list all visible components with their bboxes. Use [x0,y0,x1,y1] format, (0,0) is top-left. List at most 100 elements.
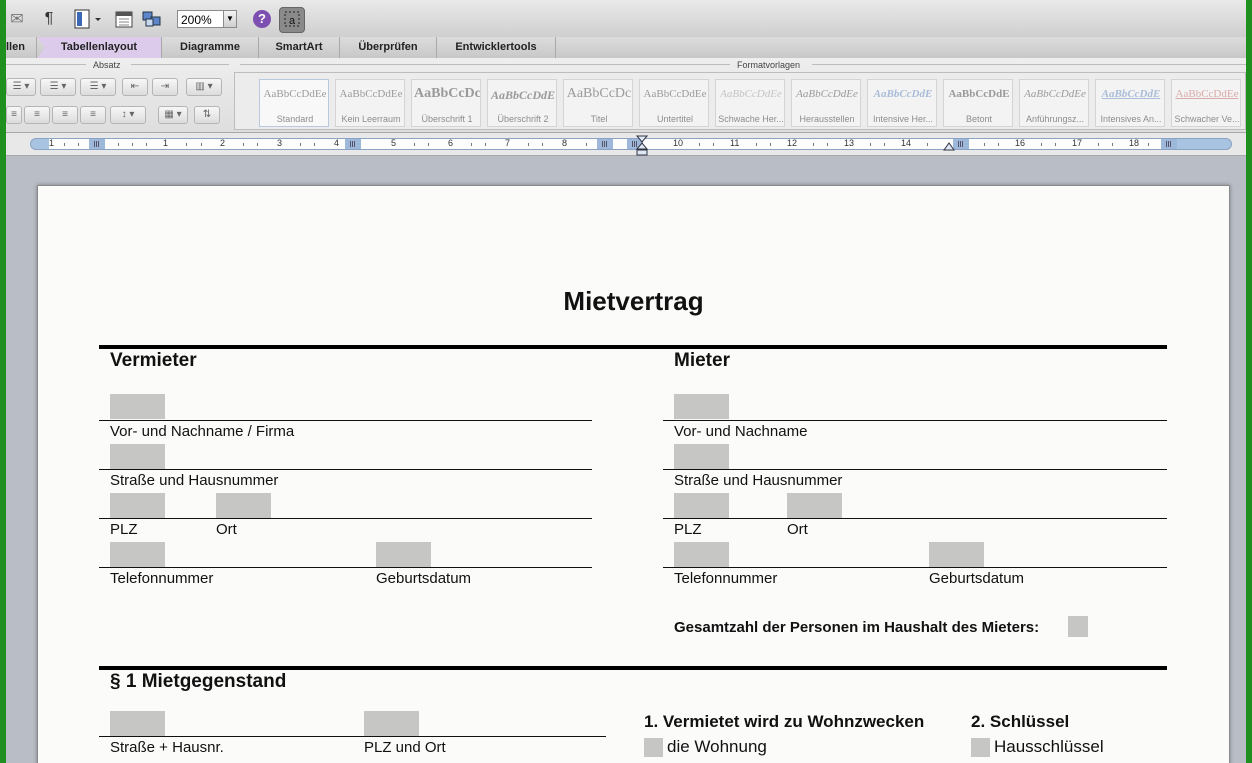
ruler-tick [542,143,543,146]
style-tile[interactable]: AaBbCcDdEe Anführungsz... [1019,79,1089,127]
align-left-button[interactable]: ≡ [6,106,22,124]
column-marker[interactable] [345,139,361,149]
toolbox-button[interactable]: a [279,7,305,33]
vermieter-street-field[interactable] [110,444,165,469]
style-tile[interactable]: AaBbCcDdE Überschrift 2 [487,79,557,127]
ruler-number: 13 [844,138,855,148]
object-plz-ort-field[interactable] [364,711,419,736]
view-layout-button[interactable] [72,8,104,30]
mieter-heading: Mieter [674,350,730,371]
column-marker[interactable] [597,139,613,149]
mieter-street-field[interactable] [674,444,729,469]
style-tile[interactable]: AaBbCcDdE Betont [943,79,1013,127]
line-spacing-button[interactable]: ↕ ▾ [110,106,146,124]
ruler-number: 4 [334,138,340,148]
ruler-tick [827,143,828,146]
ruler-tick [300,143,301,146]
mieter-ort-field[interactable] [787,493,842,518]
vermieter-plz-field[interactable] [110,493,165,518]
document-page[interactable]: Mietvertrag Vermieter Vor- und Nachname … [37,185,1230,763]
vermieter-birth-field[interactable] [376,542,431,567]
style-label: Kein Leerraum [341,114,401,124]
mieter-birth-field[interactable] [929,542,984,567]
mieter-plz-field[interactable] [674,493,729,518]
multilevel-list-button[interactable]: ☰ ▾ [80,78,116,96]
columns-button[interactable]: ▥ ▾ [186,78,222,96]
style-tile[interactable]: AaBbCcDc Überschrift 1 [411,79,481,127]
style-tile[interactable]: AaBbCcDdEe Herausstellen [791,79,861,127]
style-tile[interactable]: AaBbCcDdEe Kein Leerraum [335,79,405,127]
ruler-number: 1 [163,138,169,148]
column-marker[interactable] [89,139,105,149]
horizontal-ruler[interactable]: 1 1 2 3 4 5 6 7 8 10 11 12 13 14 16 17 1… [30,138,1232,150]
mieter-plz-label: PLZ [674,521,702,538]
svg-text:a: a [289,15,296,27]
align-right-button[interactable]: ≡ [52,106,78,124]
style-tile[interactable]: AaBbCcDdEe Standard [259,79,329,127]
wohnung-checkbox[interactable] [644,738,663,757]
mieter-birth-label: Geburtsdatum [929,570,1025,587]
ruler-tick [132,143,133,146]
borders-button[interactable]: ▦ ▾ [158,106,188,124]
tab-label: Tabellenlayout [60,41,138,53]
style-tile[interactable]: AaBbCcDdEe Schwacher Ve... [1171,79,1241,127]
tab-label: SmartArt [275,41,323,53]
mieter-name-field[interactable] [674,394,729,419]
paragraph-marks-button[interactable]: ¶ [39,8,59,30]
tab-label: Diagramme [180,41,240,53]
mieter-phone-field[interactable] [674,542,729,567]
style-tile[interactable]: AaBbCcDdEe Untertitel [639,79,709,127]
object-street-field[interactable] [110,711,165,736]
vermieter-name-field[interactable] [110,394,165,419]
object-plz-ort-label: PLZ und Ort [364,739,446,756]
ruler-number: 14 [901,138,912,148]
style-sample: AaBbCcDdE [490,88,555,102]
numbering-button[interactable]: ☰ ▾ [40,78,76,96]
style-tile[interactable]: AaBbCcDdE Intensives An... [1095,79,1165,127]
vermieter-phone-field[interactable] [110,542,165,567]
column-marker[interactable] [953,139,969,149]
style-tile[interactable]: AaBbCcDdEe Schwache Her... [715,79,785,127]
tab-ueberpruefen[interactable]: Überprüfen [340,37,437,58]
group-divider [131,64,229,65]
style-tile[interactable]: AaBbCcDdE Intensive Her... [867,79,937,127]
decrease-indent-button[interactable]: ⇤ [122,78,148,96]
chevron-down-icon[interactable]: ▼ [223,10,237,28]
tab-diagramme[interactable]: Diagramme [162,37,259,58]
hanging-indent-marker-icon[interactable] [943,141,955,151]
tab-label: llen [6,41,25,53]
align-center-button[interactable]: ≡ [24,106,50,124]
ruler-tick [998,143,999,146]
standard-toolbar: ✉ ¶ 200% ▼ ? a [6,0,1246,38]
tab-tabelle-partial[interactable]: llen [6,37,37,58]
vermieter-ort-label: Ort [216,521,237,538]
ruler-number: 17 [1072,138,1083,148]
ruler-tick [713,143,714,146]
bullets-button[interactable]: ☰ ▾ [6,78,36,96]
hausschluessel-label: Hausschlüssel [994,737,1104,756]
increase-indent-button[interactable]: ⇥ [152,78,178,96]
indent-marker-icon[interactable] [636,135,648,157]
vermieter-plz-label: PLZ [110,521,138,538]
column-marker[interactable] [1161,139,1177,149]
ruler-tick [1112,143,1113,146]
vermieter-street-label: Straße und Hausnummer [110,472,279,489]
tab-entwicklertools[interactable]: Entwicklertools [437,37,556,58]
help-button[interactable]: ? [253,10,271,28]
envelope-icon[interactable]: ✉ [6,8,28,30]
tab-smartart[interactable]: SmartArt [259,37,340,58]
vermieter-ort-field[interactable] [216,493,271,518]
object-street-label: Straße + Hausnr. [110,739,224,756]
ruler-number: 8 [562,138,568,148]
media-browser-icon[interactable] [141,8,163,30]
persons-count-field[interactable] [1068,616,1088,637]
calendar-icon[interactable] [114,8,134,30]
form-line [99,469,592,470]
justify-button[interactable]: ≡ [80,106,106,124]
sort-button[interactable]: ⇅ [194,106,220,124]
group-divider [812,64,1246,65]
hausschluessel-checkbox[interactable] [971,738,990,757]
ruler-tick [770,143,771,146]
style-tile[interactable]: AaBbCcDc Titel [563,79,633,127]
tab-tabellenlayout[interactable]: Tabellenlayout [37,37,162,58]
